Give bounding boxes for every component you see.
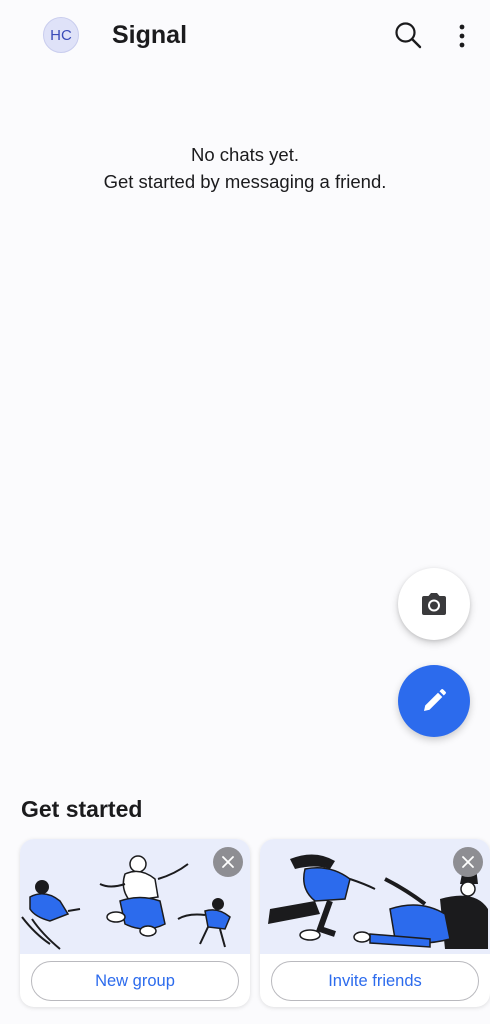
new-group-button[interactable]: New group bbox=[31, 961, 239, 1001]
close-icon bbox=[462, 856, 474, 868]
empty-state-message: No chats yet. Get started by messaging a… bbox=[0, 141, 490, 195]
search-icon bbox=[395, 22, 422, 49]
dismiss-card-button[interactable] bbox=[453, 847, 483, 877]
new-group-card: New group bbox=[20, 839, 250, 1007]
more-options-button[interactable] bbox=[450, 20, 474, 52]
get-started-heading: Get started bbox=[21, 796, 143, 822]
dismiss-card-button[interactable] bbox=[213, 847, 243, 877]
compose-button[interactable] bbox=[398, 665, 470, 737]
page-title: Signal bbox=[112, 21, 188, 49]
top-app-bar: HC Signal bbox=[0, 0, 490, 72]
empty-state-line-1: No chats yet. bbox=[191, 144, 299, 165]
pencil-icon bbox=[424, 689, 446, 711]
invite-friends-button[interactable]: Invite friends bbox=[271, 961, 479, 1001]
invite-friends-card: Invite friends bbox=[260, 839, 490, 1007]
camera-icon bbox=[422, 593, 446, 615]
camera-button[interactable] bbox=[398, 568, 470, 640]
avatar[interactable]: HC bbox=[43, 17, 79, 53]
more-vertical-icon bbox=[459, 24, 465, 48]
close-icon bbox=[222, 856, 234, 868]
empty-state-line-2: Get started by messaging a friend. bbox=[103, 171, 387, 192]
search-button[interactable] bbox=[393, 20, 423, 50]
